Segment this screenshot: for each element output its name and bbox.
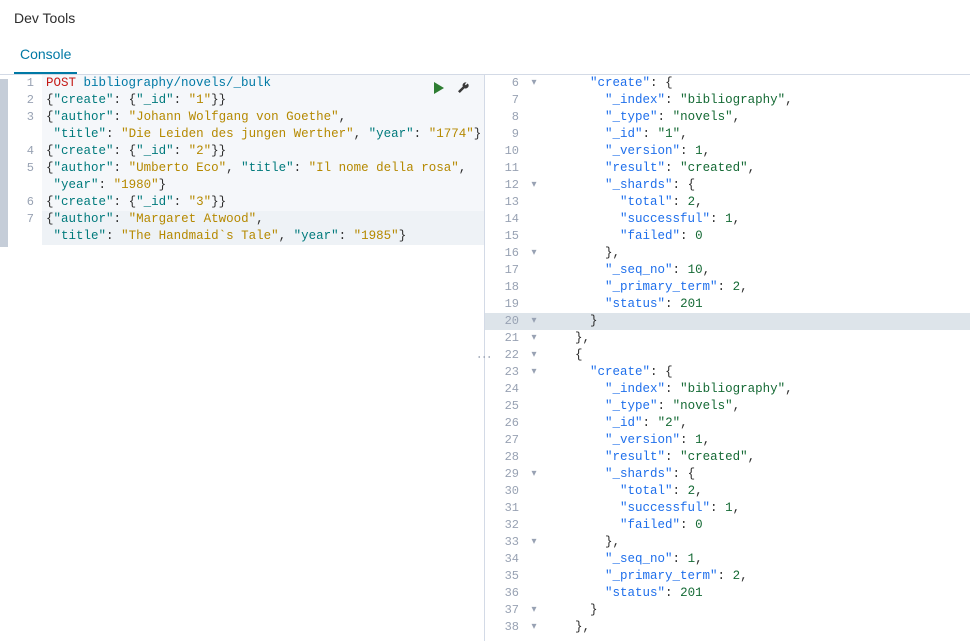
editor-line[interactable]: 37▾ }	[485, 602, 970, 619]
editor-line[interactable]: "year": "1980"}	[0, 177, 484, 194]
fold-toggle[interactable]: ▾	[527, 364, 541, 381]
editor-line[interactable]: 3{"author": "Johann Wolfgang von Goethe"…	[0, 109, 484, 126]
editor-line[interactable]: 23▾ "create": {	[485, 364, 970, 381]
editor-line[interactable]: 22▾ {	[485, 347, 970, 364]
editor-line[interactable]: 11 "result": "created",	[485, 160, 970, 177]
editor-line[interactable]: 20▾ }	[485, 313, 970, 330]
line-number: 36	[485, 585, 527, 602]
editor-line[interactable]: 26 "_id": "2",	[485, 415, 970, 432]
line-number: 19	[485, 296, 527, 313]
line-number: 38	[485, 619, 527, 636]
line-number: 10	[485, 143, 527, 160]
line-number: 16	[485, 245, 527, 262]
line-number: 35	[485, 568, 527, 585]
line-number: 37	[485, 602, 527, 619]
line-number: 15	[485, 228, 527, 245]
editor-line[interactable]: 8 "_type": "novels",	[485, 109, 970, 126]
line-number: 29	[485, 466, 527, 483]
fold-toggle[interactable]: ▾	[527, 75, 541, 92]
line-number: 33	[485, 534, 527, 551]
line-number: 30	[485, 483, 527, 500]
editor-line[interactable]: 12▾ "_shards": {	[485, 177, 970, 194]
fold-toggle[interactable]: ▾	[527, 245, 541, 262]
editor-line[interactable]: 15 "failed": 0	[485, 228, 970, 245]
line-number: 28	[485, 449, 527, 466]
line-number: 26	[485, 415, 527, 432]
fold-toggle[interactable]: ▾	[527, 602, 541, 619]
editor-line[interactable]: 7{"author": "Margaret Atwood",	[0, 211, 484, 228]
fold-toggle[interactable]: ▾	[527, 330, 541, 347]
line-number: 8	[485, 109, 527, 126]
line-number: 25	[485, 398, 527, 415]
editor-line[interactable]: "title": "The Handmaid`s Tale", "year": …	[0, 228, 484, 245]
tab-console[interactable]: Console	[14, 40, 77, 74]
line-number: 24	[485, 381, 527, 398]
line-number: 12	[485, 177, 527, 194]
request-toolbar	[432, 81, 470, 98]
pane-resize-handle[interactable]: ⋮	[476, 344, 494, 372]
tabs: Console	[14, 40, 956, 74]
editor-line[interactable]: 32 "failed": 0	[485, 517, 970, 534]
editor-line[interactable]: "title": "Die Leiden des jungen Werther"…	[0, 126, 484, 143]
editor-line[interactable]: 27 "_version": 1,	[485, 432, 970, 449]
editor-line[interactable]: 2{"create": {"_id": "1"}}	[0, 92, 484, 109]
editor-line[interactable]: 31 "successful": 1,	[485, 500, 970, 517]
editor-line[interactable]: 33▾ },	[485, 534, 970, 551]
fold-toggle[interactable]: ▾	[527, 177, 541, 194]
line-number: 9	[485, 126, 527, 143]
editor-line[interactable]: 24 "_index": "bibliography",	[485, 381, 970, 398]
fold-toggle[interactable]: ▾	[527, 313, 541, 330]
line-number: 27	[485, 432, 527, 449]
request-editor[interactable]: 1POST bibliography/novels/_bulk2{"create…	[0, 75, 485, 641]
line-number: 13	[485, 194, 527, 211]
fold-toggle[interactable]: ▾	[527, 466, 541, 483]
fold-toggle[interactable]: ▾	[527, 347, 541, 364]
fold-toggle[interactable]: ▾	[527, 619, 541, 636]
editor-line[interactable]: 16▾ },	[485, 245, 970, 262]
editor-line[interactable]: 14 "successful": 1,	[485, 211, 970, 228]
editor-line[interactable]: 28 "result": "created",	[485, 449, 970, 466]
editor-line[interactable]: 10 "_version": 1,	[485, 143, 970, 160]
line-number: 11	[485, 160, 527, 177]
editor-line[interactable]: 30 "total": 2,	[485, 483, 970, 500]
editor-line[interactable]: 21▾ },	[485, 330, 970, 347]
wrench-icon[interactable]	[456, 81, 470, 98]
editor-line[interactable]: 6{"create": {"_id": "3"}}	[0, 194, 484, 211]
editor-line[interactable]: 34 "_seq_no": 1,	[485, 551, 970, 568]
editor-line[interactable]: 9 "_id": "1",	[485, 126, 970, 143]
line-number: 14	[485, 211, 527, 228]
line-number: 34	[485, 551, 527, 568]
line-number: 7	[485, 92, 527, 109]
line-number: 32	[485, 517, 527, 534]
editor-line[interactable]: 17 "_seq_no": 10,	[485, 262, 970, 279]
line-number: 20	[485, 313, 527, 330]
editor-line[interactable]: 35 "_primary_term": 2,	[485, 568, 970, 585]
editor-line[interactable]: 38▾ },	[485, 619, 970, 636]
editor-line[interactable]: 18 "_primary_term": 2,	[485, 279, 970, 296]
editor-line[interactable]: 19 "status": 201	[485, 296, 970, 313]
editor-line[interactable]: 36 "status": 201	[485, 585, 970, 602]
fold-toggle[interactable]: ▾	[527, 534, 541, 551]
line-number: 18	[485, 279, 527, 296]
line-number: 17	[485, 262, 527, 279]
response-viewer[interactable]: 6▾ "create": {7 "_index": "bibliography"…	[485, 75, 970, 641]
editor-line[interactable]: 4{"create": {"_id": "2"}}	[0, 143, 484, 160]
editor-line[interactable]: 7 "_index": "bibliography",	[485, 92, 970, 109]
editor-line[interactable]: 1POST bibliography/novels/_bulk	[0, 75, 484, 92]
page-title: Dev Tools	[14, 10, 956, 26]
editor-line[interactable]: 25 "_type": "novels",	[485, 398, 970, 415]
editor-line[interactable]: 13 "total": 2,	[485, 194, 970, 211]
editor-line[interactable]: 6▾ "create": {	[485, 75, 970, 92]
line-number: 31	[485, 500, 527, 517]
line-number: 6	[485, 75, 527, 92]
play-icon[interactable]	[432, 81, 446, 98]
editor-line[interactable]: 5{"author": "Umberto Eco", "title": "Il …	[0, 160, 484, 177]
editor-line[interactable]: 29▾ "_shards": {	[485, 466, 970, 483]
